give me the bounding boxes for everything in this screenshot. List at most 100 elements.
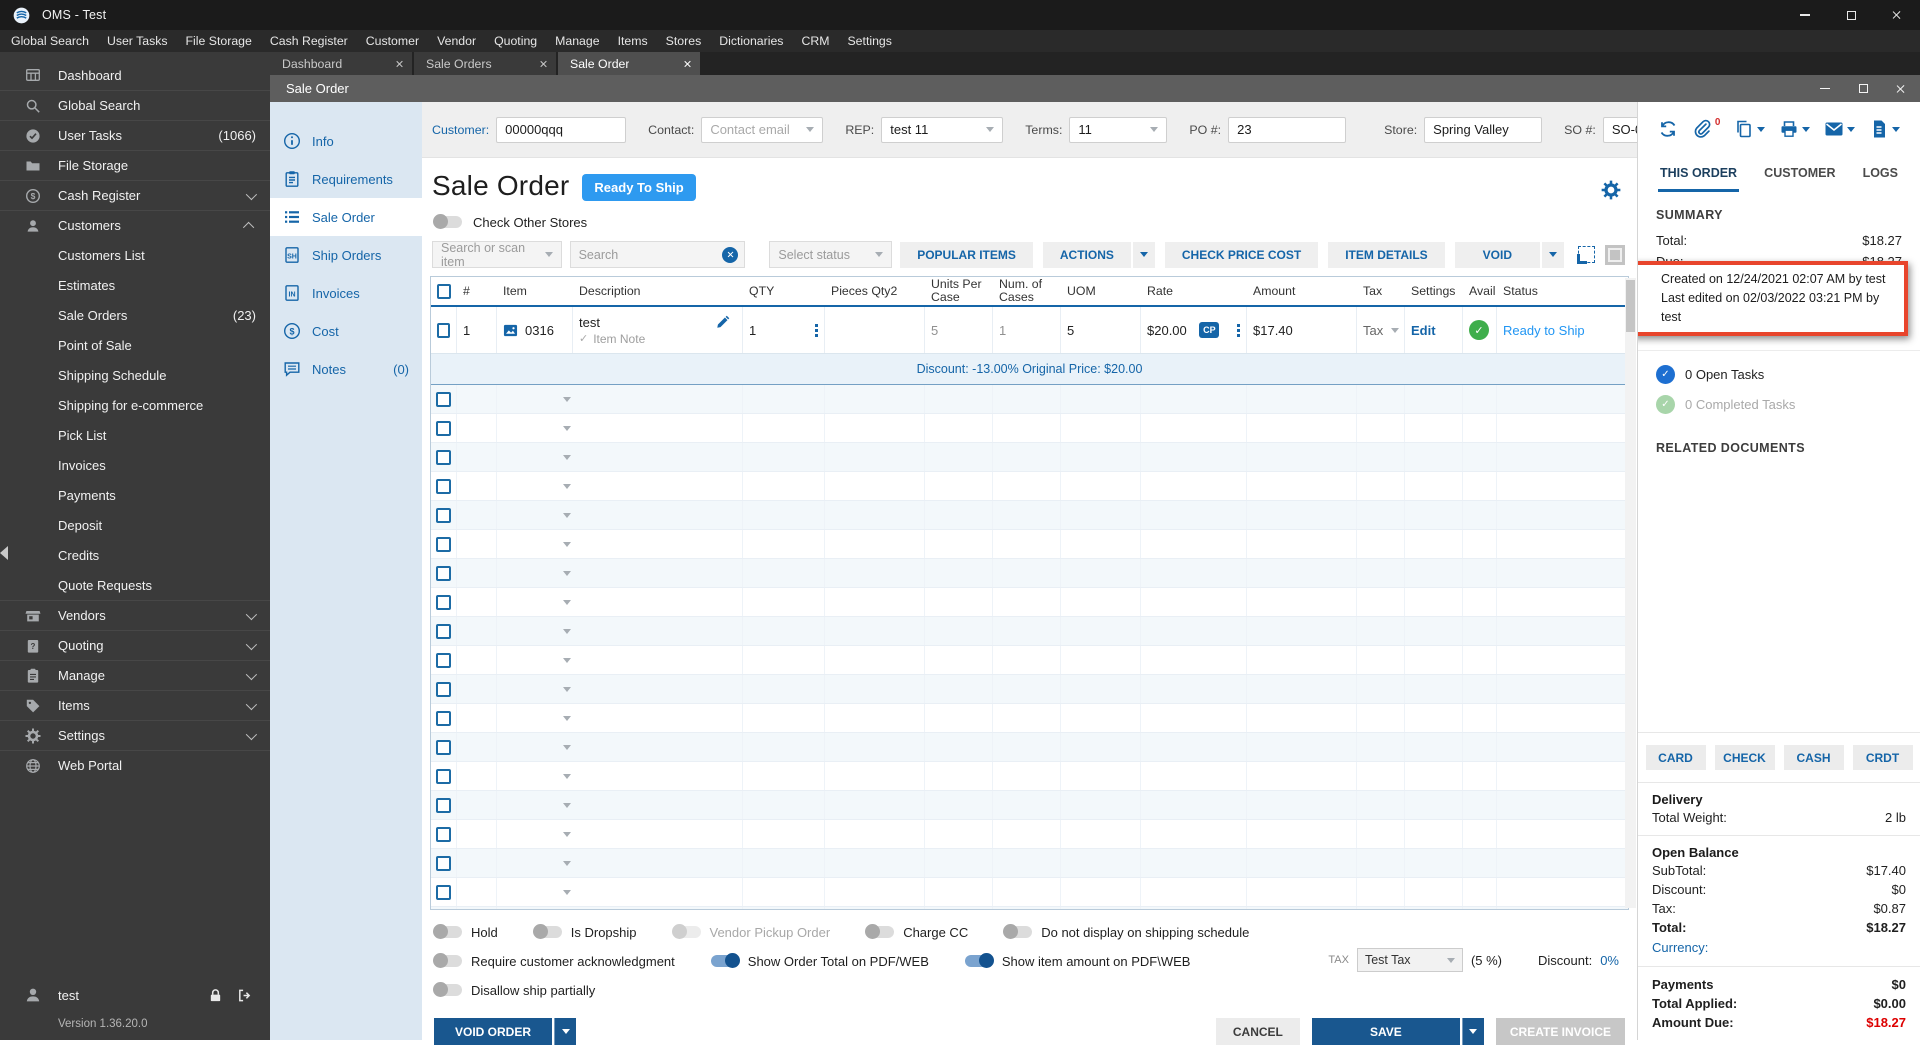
nav-item-notes[interactable]: Notes (0) bbox=[270, 350, 422, 388]
item-note[interactable]: ✓ Item Note bbox=[579, 332, 645, 346]
panel-tab-logs[interactable]: LOGS bbox=[1861, 156, 1900, 192]
tab-close-icon[interactable] bbox=[683, 60, 691, 68]
option-toggle[interactable] bbox=[433, 953, 462, 968]
item-search-select[interactable]: Search or scan item bbox=[432, 241, 562, 269]
close-button[interactable] bbox=[1874, 0, 1920, 30]
sidebar-item-cash-register[interactable]: $ Cash Register bbox=[0, 180, 270, 210]
menu-item[interactable]: User Tasks bbox=[98, 30, 177, 52]
empty-table-row[interactable] bbox=[431, 530, 1628, 559]
menu-item[interactable]: CRM bbox=[792, 30, 838, 52]
empty-table-row[interactable] bbox=[431, 472, 1628, 501]
status-filter-select[interactable]: Select status bbox=[769, 241, 893, 268]
sidebar-item-quoting[interactable]: ? Quoting bbox=[0, 630, 270, 660]
payment-button[interactable]: CHECK bbox=[1714, 745, 1775, 770]
menu-item[interactable]: Items bbox=[609, 30, 657, 52]
option-toggle[interactable] bbox=[865, 924, 895, 939]
empty-table-row[interactable] bbox=[431, 443, 1628, 472]
sidebar-item-shipping-schedule[interactable]: Shipping Schedule bbox=[0, 360, 270, 390]
row-checkbox[interactable] bbox=[436, 420, 451, 436]
pieces-qty2-cell[interactable] bbox=[825, 307, 925, 353]
row-checkbox[interactable] bbox=[436, 710, 451, 726]
nav-item-cost[interactable]: $ Cost bbox=[270, 312, 422, 350]
num-of-cases-cell[interactable]: 1 bbox=[993, 307, 1061, 353]
nav-item-ship-orders[interactable]: SH Ship Orders bbox=[270, 236, 422, 274]
row-checkbox[interactable] bbox=[436, 565, 451, 581]
item-dropdown-icon[interactable] bbox=[563, 802, 571, 808]
option-toggle[interactable] bbox=[964, 953, 994, 968]
sidebar-item-sale-orders[interactable]: Sale Orders (23) bbox=[0, 300, 270, 330]
clear-search-icon[interactable] bbox=[722, 246, 739, 263]
copy-button[interactable] bbox=[1734, 119, 1766, 139]
sidebar-item-customers[interactable]: Customers bbox=[0, 210, 270, 240]
customer-input[interactable]: 00000qqq bbox=[496, 116, 627, 143]
create-invoice-button[interactable]: CREATE INVOICE bbox=[1495, 1018, 1625, 1045]
email-dropdown-icon[interactable] bbox=[1847, 127, 1856, 132]
tax-select[interactable]: Test Tax bbox=[1356, 948, 1463, 972]
row-checkbox[interactable] bbox=[436, 826, 451, 842]
item-dropdown-icon[interactable] bbox=[563, 744, 571, 750]
item-dropdown-icon[interactable] bbox=[563, 860, 571, 866]
customer-label[interactable]: Customer: bbox=[432, 123, 489, 137]
item-dropdown-icon[interactable] bbox=[563, 773, 571, 779]
tab-close-icon[interactable] bbox=[539, 60, 547, 68]
menu-item[interactable]: File Storage bbox=[177, 30, 261, 52]
print-dropdown-icon[interactable] bbox=[1802, 127, 1811, 132]
scrollbar-thumb[interactable] bbox=[1626, 280, 1635, 332]
empty-table-row[interactable] bbox=[431, 849, 1628, 878]
item-dropdown-icon[interactable] bbox=[563, 686, 571, 692]
contact-select[interactable]: Contact email bbox=[701, 116, 824, 143]
option-toggle[interactable] bbox=[710, 953, 740, 968]
sidebar-collapse-icon[interactable] bbox=[0, 546, 8, 560]
row-checkbox[interactable] bbox=[436, 594, 451, 610]
completed-tasks-row[interactable]: ✓ 0 Completed Tasks bbox=[1656, 395, 1902, 415]
item-dropdown-icon[interactable] bbox=[563, 396, 571, 402]
option-toggle[interactable] bbox=[433, 982, 462, 997]
item-dropdown-icon[interactable] bbox=[563, 831, 571, 837]
nav-item-invoices[interactable]: IN Invoices bbox=[270, 274, 422, 312]
empty-table-row[interactable] bbox=[431, 501, 1628, 530]
select-region-icon[interactable] bbox=[1577, 246, 1596, 264]
uom-cell[interactable]: 5 bbox=[1061, 307, 1141, 353]
sidebar-item-customers-list[interactable]: Customers List bbox=[0, 240, 270, 270]
sidebar-item-global-search[interactable]: Global Search bbox=[0, 90, 270, 120]
table-scrollbar[interactable] bbox=[1625, 278, 1636, 908]
empty-table-row[interactable] bbox=[431, 559, 1628, 588]
panel-tab-customer[interactable]: CUSTOMER bbox=[1762, 156, 1837, 192]
nav-item-sale-order[interactable]: Sale Order bbox=[270, 198, 422, 236]
empty-table-row[interactable] bbox=[431, 733, 1628, 762]
tax-cell[interactable]: Tax bbox=[1357, 307, 1405, 353]
check-price-cost-button[interactable]: CHECK PRICE COST bbox=[1164, 241, 1319, 268]
sidebar-item-shipping-ecommerce[interactable]: Shipping for e-commerce bbox=[0, 390, 270, 420]
empty-table-row[interactable] bbox=[431, 907, 1628, 909]
row-checkbox[interactable] bbox=[436, 681, 451, 697]
terms-select[interactable]: 11 bbox=[1069, 116, 1168, 143]
actions-button[interactable]: ACTIONS bbox=[1042, 241, 1131, 268]
item-dropdown-icon[interactable] bbox=[563, 512, 571, 518]
email-button[interactable] bbox=[1824, 119, 1856, 139]
option-toggle[interactable] bbox=[1003, 924, 1033, 939]
save-dropdown-icon[interactable] bbox=[1461, 1018, 1484, 1045]
payment-button[interactable]: CRDT bbox=[1852, 745, 1913, 770]
export-button[interactable] bbox=[1869, 119, 1900, 139]
sidebar-item-invoices[interactable]: Invoices bbox=[0, 450, 270, 480]
sidebar-item-quote-requests[interactable]: Quote Requests bbox=[0, 570, 270, 600]
row-checkbox[interactable] bbox=[436, 652, 451, 668]
item-dropdown-icon[interactable] bbox=[563, 425, 571, 431]
sidebar-item-point-of-sale[interactable]: Point of Sale bbox=[0, 330, 270, 360]
rate-menu-icon[interactable] bbox=[1236, 323, 1240, 337]
currency-link[interactable]: Currency: bbox=[1652, 937, 1906, 958]
void-order-dropdown-icon[interactable] bbox=[554, 1018, 576, 1045]
sidebar-item-vendors[interactable]: Vendors bbox=[0, 600, 270, 630]
item-image-icon[interactable] bbox=[503, 323, 518, 338]
copy-dropdown-icon[interactable] bbox=[1757, 127, 1766, 132]
row-edit-link[interactable]: Edit bbox=[1411, 323, 1436, 338]
cancel-button[interactable]: CANCEL bbox=[1215, 1018, 1300, 1045]
item-dropdown-icon[interactable] bbox=[563, 599, 571, 605]
option-toggle[interactable] bbox=[532, 924, 562, 939]
menu-item[interactable]: Settings bbox=[838, 30, 900, 52]
row-checkbox[interactable] bbox=[436, 623, 451, 639]
empty-table-row[interactable] bbox=[431, 820, 1628, 849]
row-checkbox[interactable] bbox=[437, 322, 450, 338]
sidebar-item-deposit[interactable]: Deposit bbox=[0, 510, 270, 540]
menu-item[interactable]: Vendor bbox=[428, 30, 485, 52]
